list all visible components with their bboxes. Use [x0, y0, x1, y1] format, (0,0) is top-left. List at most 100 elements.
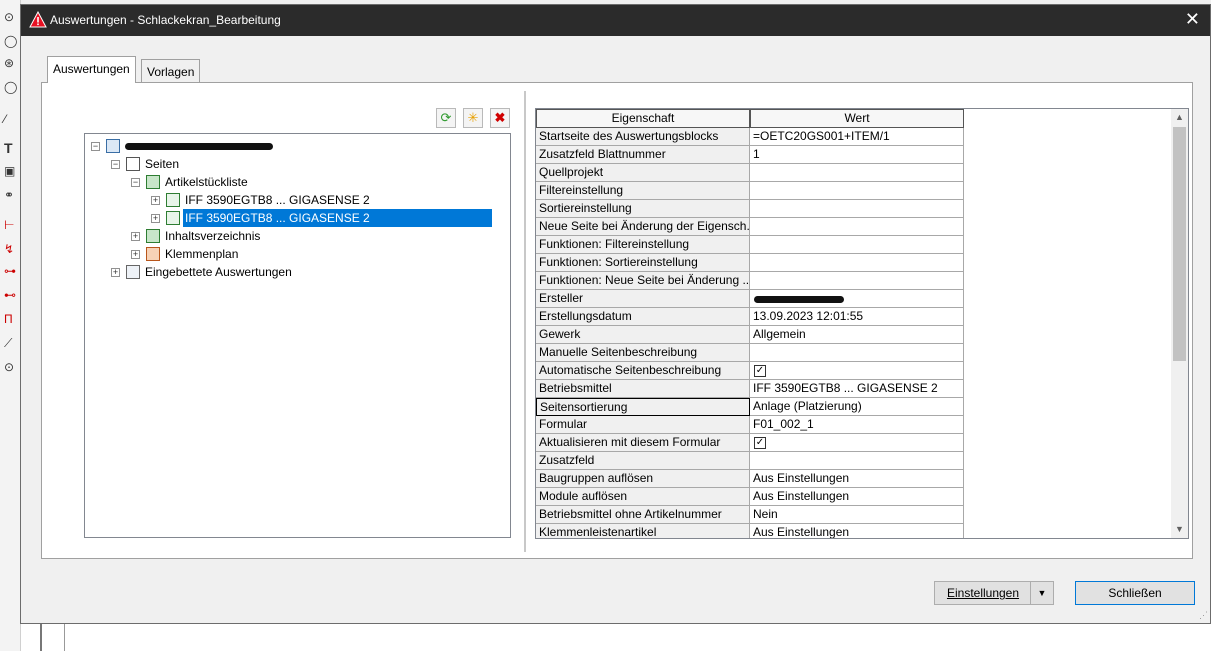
- checkbox[interactable]: ✓: [754, 365, 766, 377]
- report-tree[interactable]: − − Seiten − Artikelstückliste + IFF 359…: [84, 133, 511, 538]
- property-row[interactable]: Baugruppen auflösen Aus Einstellungen: [536, 470, 964, 488]
- property-grid[interactable]: Eigenschaft Wert Startseite des Auswertu…: [535, 108, 1189, 539]
- expand-icon[interactable]: +: [131, 232, 140, 241]
- terminal-report-icon: [146, 247, 160, 261]
- property-row[interactable]: Funktionen: Filtereinstellung: [536, 236, 964, 254]
- new-star-icon[interactable]: ✳: [463, 108, 483, 128]
- column-header-value[interactable]: Wert: [750, 109, 964, 128]
- property-name: Funktionen: Filtereinstellung: [536, 236, 750, 254]
- close-button[interactable]: Schließen: [1075, 581, 1195, 605]
- property-row[interactable]: Seitensortierung Anlage (Platzierung): [536, 398, 964, 416]
- refresh-icon[interactable]: ⟳: [436, 108, 456, 128]
- collapse-icon[interactable]: −: [131, 178, 140, 187]
- chevron-down-icon[interactable]: ▼: [1030, 582, 1053, 604]
- tree-node-artikelstueckliste[interactable]: − Artikelstückliste: [129, 173, 429, 191]
- property-value[interactable]: ✓: [750, 362, 964, 380]
- property-name: Filtereinstellung: [536, 182, 750, 200]
- property-name: Gewerk: [536, 326, 750, 344]
- property-value[interactable]: [750, 218, 964, 236]
- background-tool-icon: ⁄: [4, 112, 7, 126]
- property-row[interactable]: Ersteller: [536, 290, 964, 308]
- tree-node-eingebettete[interactable]: + Eingebettete Auswertungen: [109, 263, 409, 281]
- property-row[interactable]: Gewerk Allgemein: [536, 326, 964, 344]
- property-name: Neue Seite bei Änderung der Eigensch...: [536, 218, 750, 236]
- property-row[interactable]: Sortiereinstellung: [536, 200, 964, 218]
- property-row[interactable]: Betriebsmittel ohne Artikelnummer Nein: [536, 506, 964, 524]
- background-tool-icon: ◯: [4, 80, 18, 94]
- expand-icon[interactable]: +: [151, 214, 160, 223]
- property-value[interactable]: Aus Einstellungen: [750, 470, 964, 488]
- expand-icon[interactable]: +: [151, 196, 160, 205]
- property-row[interactable]: Funktionen: Sortiereinstellung: [536, 254, 964, 272]
- tree-node-inhaltsverzeichnis[interactable]: + Inhaltsverzeichnis: [129, 227, 429, 245]
- scroll-up-icon[interactable]: ▲: [1171, 109, 1188, 126]
- property-row[interactable]: Funktionen: Neue Seite bei Änderung ...: [536, 272, 964, 290]
- report-block-icon: [166, 211, 180, 225]
- property-row[interactable]: Zusatzfeld Blattnummer 1: [536, 146, 964, 164]
- tree-node-iff-1[interactable]: + IFF 3590EGTB8 ... GIGASENSE 2: [149, 191, 449, 209]
- property-value[interactable]: ✓: [750, 434, 964, 452]
- property-name: Automatische Seitenbeschreibung: [536, 362, 750, 380]
- property-value[interactable]: 13.09.2023 12:01:55: [750, 308, 964, 326]
- background-tool-icon: T: [4, 140, 13, 156]
- tab-vorlagen[interactable]: Vorlagen: [141, 59, 200, 83]
- tree-node-klemmenplan[interactable]: + Klemmenplan: [129, 245, 429, 263]
- property-row[interactable]: Module auflösen Aus Einstellungen: [536, 488, 964, 506]
- property-row[interactable]: Formular F01_002_1: [536, 416, 964, 434]
- property-row[interactable]: Betriebsmittel IFF 3590EGTB8 ... GIGASENS…: [536, 380, 964, 398]
- property-value[interactable]: IFF 3590EGTB8 ... GIGASENSE 2: [750, 380, 964, 398]
- property-row[interactable]: Aktualisieren mit diesem Formular ✓: [536, 434, 964, 452]
- property-value[interactable]: [750, 164, 964, 182]
- property-value[interactable]: Nein: [750, 506, 964, 524]
- resize-grip-icon[interactable]: ⋰: [1199, 610, 1208, 621]
- property-row[interactable]: Erstellungsdatum 13.09.2023 12:01:55: [536, 308, 964, 326]
- property-row[interactable]: Automatische Seitenbeschreibung ✓: [536, 362, 964, 380]
- column-header-property[interactable]: Eigenschaft: [536, 109, 750, 128]
- property-value[interactable]: =OETC20GS001+ITEM/1: [750, 128, 964, 146]
- expand-icon[interactable]: +: [131, 250, 140, 259]
- property-row[interactable]: Neue Seite bei Änderung der Eigensch...: [536, 218, 964, 236]
- auswertungen-panel: ⟳ ✳ ✖ − − Seiten − Artikelstückliste + I…: [41, 82, 1193, 559]
- expand-icon[interactable]: +: [111, 268, 120, 277]
- property-value[interactable]: [750, 182, 964, 200]
- background-app-toolbar: ⊙ ◯ ⊛ ◯ ⁄ T ▣ ⚭ ⊢ ↯ ⊶ ⊷ Π ⟋ ⊙: [0, 0, 21, 651]
- vertical-scrollbar[interactable]: ▲ ▼: [1171, 109, 1188, 538]
- property-name: Quellprojekt: [536, 164, 750, 182]
- collapse-icon[interactable]: −: [91, 142, 100, 151]
- settings-button[interactable]: Einstellungen ▼: [934, 581, 1054, 605]
- tree-label: Eingebettete Auswertungen: [145, 265, 292, 279]
- property-name: Manuelle Seitenbeschreibung: [536, 344, 750, 362]
- close-icon[interactable]: ✕: [1185, 9, 1200, 30]
- tree-node-root[interactable]: −: [89, 137, 489, 155]
- tree-node-seiten[interactable]: − Seiten: [109, 155, 409, 173]
- property-value[interactable]: [750, 254, 964, 272]
- property-value[interactable]: Allgemein: [750, 326, 964, 344]
- delete-icon[interactable]: ✖: [490, 108, 510, 128]
- property-value[interactable]: [750, 452, 964, 470]
- pane-splitter[interactable]: [524, 91, 526, 552]
- tree-node-iff-2[interactable]: + IFF 3590EGTB8 ... GIGASENSE 2: [149, 209, 494, 227]
- checkbox[interactable]: ✓: [754, 437, 766, 449]
- property-value[interactable]: F01_002_1: [750, 416, 964, 434]
- property-row[interactable]: Filtereinstellung: [536, 182, 964, 200]
- scroll-thumb[interactable]: [1173, 127, 1186, 361]
- property-value[interactable]: [750, 290, 964, 308]
- property-row[interactable]: Manuelle Seitenbeschreibung: [536, 344, 964, 362]
- property-value[interactable]: Aus Einstellungen: [750, 488, 964, 506]
- property-row[interactable]: Zusatzfeld: [536, 452, 964, 470]
- property-value[interactable]: [750, 272, 964, 290]
- property-row[interactable]: Startseite des Auswertungsblocks =OETC20G…: [536, 128, 964, 146]
- property-value[interactable]: [750, 200, 964, 218]
- collapse-icon[interactable]: −: [111, 160, 120, 169]
- background-tool-icon: ⊛: [4, 56, 15, 70]
- property-value[interactable]: Aus Einstellungen: [750, 524, 964, 538]
- tab-auswertungen[interactable]: Auswertungen: [47, 56, 136, 83]
- property-value[interactable]: [750, 236, 964, 254]
- property-value[interactable]: Anlage (Platzierung): [750, 398, 964, 416]
- background-tool-icon: ⊷: [4, 288, 16, 302]
- property-row[interactable]: Quellprojekt: [536, 164, 964, 182]
- scroll-down-icon[interactable]: ▼: [1171, 521, 1188, 538]
- property-row[interactable]: Klemmenleistenartikel Aus Einstellungen: [536, 524, 964, 538]
- property-value[interactable]: 1: [750, 146, 964, 164]
- property-value[interactable]: [750, 344, 964, 362]
